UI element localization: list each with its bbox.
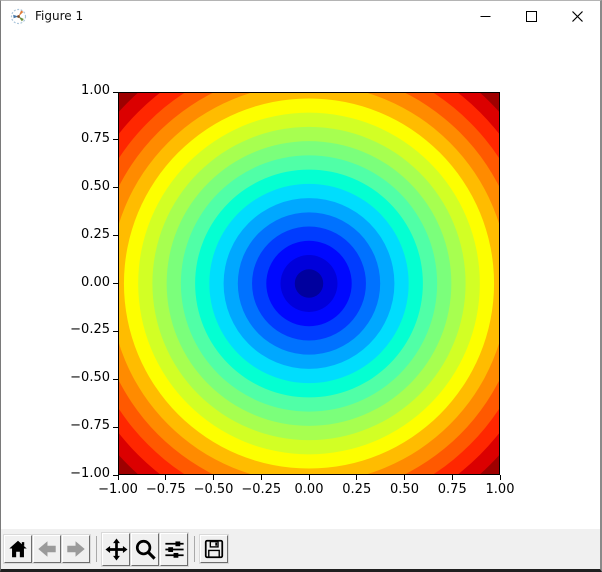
x-tick-label: 1.00 [486,482,515,497]
y-tick-label: −0.75 [54,418,110,433]
x-tick-label: −0.50 [194,482,234,497]
y-tick-label: −1.00 [54,466,110,481]
configure-subplots-button[interactable] [160,533,188,566]
toolbar-separator [96,536,97,562]
floppy-disk-icon [203,538,225,560]
y-tick-label: −0.50 [54,370,110,385]
x-tick-mark [404,475,405,480]
x-tick-mark [118,475,119,480]
contour-plot [118,92,500,475]
x-tick-label: −0.75 [146,482,186,497]
magnifier-icon [134,538,157,561]
minimize-button[interactable] [462,1,508,31]
figure-canvas: −1.00 −0.75 −0.50 −0.25 0.00 0.25 0.50 0.75 1.00… [1,31,600,528]
back-arrow-icon [36,538,58,560]
forward-arrow-icon [65,538,87,560]
y-tick-mark [113,139,118,140]
y-tick-label: 0.25 [54,227,110,242]
x-tick-label: 0.25 [342,482,371,497]
y-tick-label: 0.00 [54,275,110,290]
y-tick-mark [113,187,118,188]
close-icon [572,11,583,22]
window-title: Figure 1 [35,9,83,23]
home-button[interactable] [4,535,32,563]
y-tick-mark [113,475,118,476]
zoom-button[interactable] [131,533,159,566]
x-tick-mark [452,475,453,480]
contour-band [295,269,323,297]
x-tick-mark [165,475,166,480]
matplotlib-logo-icon [10,8,27,25]
y-tick-mark [113,92,118,93]
x-tick-mark [309,475,310,480]
y-tick-label: 1.00 [54,83,110,98]
maximize-button[interactable] [508,1,554,31]
caption-buttons [462,1,600,31]
minimize-icon [480,11,491,22]
y-tick-mark [113,331,118,332]
maximize-icon [526,11,537,22]
titlebar[interactable]: Figure 1 [1,1,600,31]
pan-arrows-icon [105,538,128,561]
y-tick-label: −0.25 [54,322,110,337]
x-tick-mark [500,475,501,480]
y-tick-mark [113,427,118,428]
x-tick-label: 0.00 [295,482,324,497]
x-tick-label: 0.50 [390,482,419,497]
save-button[interactable] [200,535,228,563]
y-tick-mark [113,379,118,380]
x-tick-label: 0.75 [438,482,467,497]
axes-area: −1.00−0.75−0.50−0.250.000.250.500.751.00… [118,92,500,475]
forward-button[interactable] [62,535,90,563]
y-tick-label: 0.75 [54,131,110,146]
y-tick-label: 0.50 [54,179,110,194]
x-tick-mark [261,475,262,480]
x-tick-mark [356,475,357,480]
y-tick-mark [113,235,118,236]
x-tick-label: −0.25 [241,482,281,497]
close-button[interactable] [554,1,600,31]
back-button[interactable] [33,535,61,563]
y-tick-mark [113,283,118,284]
toolbar-separator [194,536,195,562]
navigation-toolbar [1,529,600,569]
x-tick-label: −1.00 [98,482,138,497]
x-tick-mark [213,475,214,480]
figure-window: Figure 1 −1.00−0.75−0.50−0.250.000. [0,0,602,572]
home-icon [7,538,29,560]
sliders-icon [163,538,186,561]
pan-button[interactable] [102,533,130,566]
